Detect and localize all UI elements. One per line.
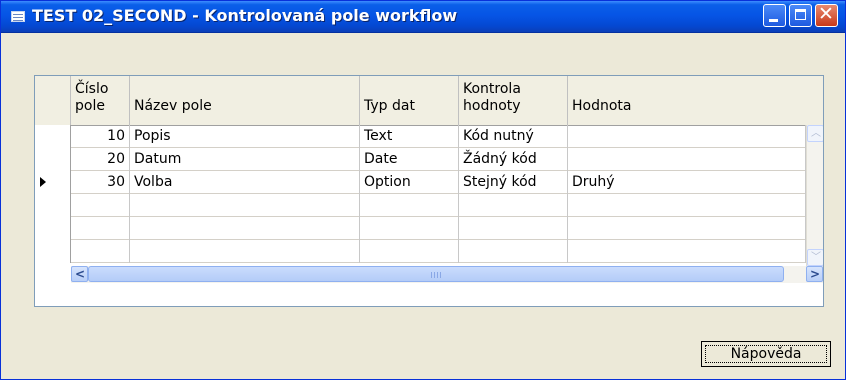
column-header-hodnota[interactable]: Hodnota (568, 76, 823, 125)
cell-cislo[interactable]: 30 (71, 171, 130, 194)
cell-cislo[interactable]: 20 (71, 148, 130, 171)
cell-kontrola[interactable]: Stejný kód (459, 171, 568, 194)
row-selector-current[interactable] (35, 171, 71, 194)
current-row-arrow-icon (40, 177, 46, 187)
horizontal-scroll-thumb[interactable] (88, 266, 784, 282)
column-header-kontrola-hodnoty[interactable]: Kontrola hodnoty (459, 76, 568, 125)
horizontal-scrollbar[interactable]: < > (71, 266, 823, 283)
close-icon: ✕ (818, 3, 834, 25)
column-header-nazev-pole[interactable]: Název pole (130, 76, 360, 125)
cell-hodnota[interactable] (568, 217, 806, 240)
cell-nazev[interactable]: Volba (130, 171, 360, 194)
maximize-button[interactable] (789, 4, 812, 27)
row-selector[interactable] (35, 217, 71, 240)
cell-hodnota[interactable] (568, 148, 806, 171)
chevron-right-icon: > (810, 267, 821, 281)
row-selector-header (35, 76, 71, 125)
table-header: Číslo pole Název pole Typ dat Kontrola h… (35, 76, 823, 126)
cell-cislo[interactable] (71, 194, 130, 217)
cell-typ[interactable]: Option (360, 171, 459, 194)
cell-kontrola[interactable] (459, 217, 568, 240)
table-row[interactable] (35, 240, 823, 263)
title-bar[interactable]: TEST 02_SECOND - Kontrolovaná pole workf… (1, 1, 845, 33)
maximize-icon (795, 9, 806, 20)
close-button[interactable]: ✕ (815, 3, 838, 27)
cell-hodnota[interactable] (568, 240, 806, 263)
cell-kontrola[interactable] (459, 194, 568, 217)
cell-hodnota[interactable] (568, 125, 806, 148)
chevron-up-icon: ︿ (811, 128, 821, 139)
cell-typ[interactable] (360, 217, 459, 240)
window-title: TEST 02_SECOND - Kontrolovaná pole workf… (32, 6, 458, 25)
cell-typ[interactable]: Text (360, 125, 459, 148)
cell-cislo[interactable] (71, 240, 130, 263)
cell-nazev[interactable] (130, 217, 360, 240)
help-button[interactable]: Nápověda (701, 341, 831, 367)
scroll-left-button[interactable]: < (71, 266, 88, 282)
row-selector[interactable] (35, 240, 71, 263)
workflow-fields-window: TEST 02_SECOND - Kontrolovaná pole workf… (0, 0, 846, 380)
table-row[interactable] (35, 194, 823, 217)
vertical-scrollbar[interactable]: ︿ ﹀ (806, 125, 823, 267)
table-row-current[interactable]: 30 Volba Option Stejný kód Druhý (35, 171, 823, 194)
cell-hodnota[interactable] (568, 194, 806, 217)
fields-table: Číslo pole Název pole Typ dat Kontrola h… (34, 75, 824, 307)
cell-typ[interactable]: Date (360, 148, 459, 171)
cell-kontrola[interactable] (459, 240, 568, 263)
table-row[interactable] (35, 217, 823, 240)
cell-kontrola[interactable]: Žádný kód (459, 148, 568, 171)
column-header-typ-dat[interactable]: Typ dat (360, 76, 459, 125)
cell-nazev[interactable] (130, 240, 360, 263)
minimize-button[interactable] (763, 4, 786, 27)
cell-nazev[interactable]: Datum (130, 148, 360, 171)
scroll-down-button[interactable]: ﹀ (807, 249, 823, 266)
cell-cislo[interactable]: 10 (71, 125, 130, 148)
cell-typ[interactable] (360, 240, 459, 263)
table-row[interactable]: 20 Datum Date Žádný kód (35, 148, 823, 171)
table-row[interactable]: 10 Popis Text Kód nutný (35, 125, 823, 148)
cell-cislo[interactable] (71, 217, 130, 240)
grip-icon (431, 272, 441, 278)
column-header-cislo-pole[interactable]: Číslo pole (71, 76, 130, 125)
row-selector[interactable] (35, 194, 71, 217)
row-selector[interactable] (35, 125, 71, 148)
cell-nazev[interactable] (130, 194, 360, 217)
cell-hodnota[interactable]: Druhý (568, 171, 806, 194)
form-icon (11, 11, 25, 22)
chevron-left-icon: < (75, 267, 86, 281)
scroll-right-button[interactable]: > (806, 266, 823, 282)
scroll-up-button[interactable]: ︿ (807, 125, 823, 142)
cell-nazev[interactable]: Popis (130, 125, 360, 148)
chevron-down-icon: ﹀ (811, 252, 821, 263)
row-selector[interactable] (35, 148, 71, 171)
minimize-icon (769, 19, 778, 22)
cell-typ[interactable] (360, 194, 459, 217)
cell-kontrola[interactable]: Kód nutný (459, 125, 568, 148)
